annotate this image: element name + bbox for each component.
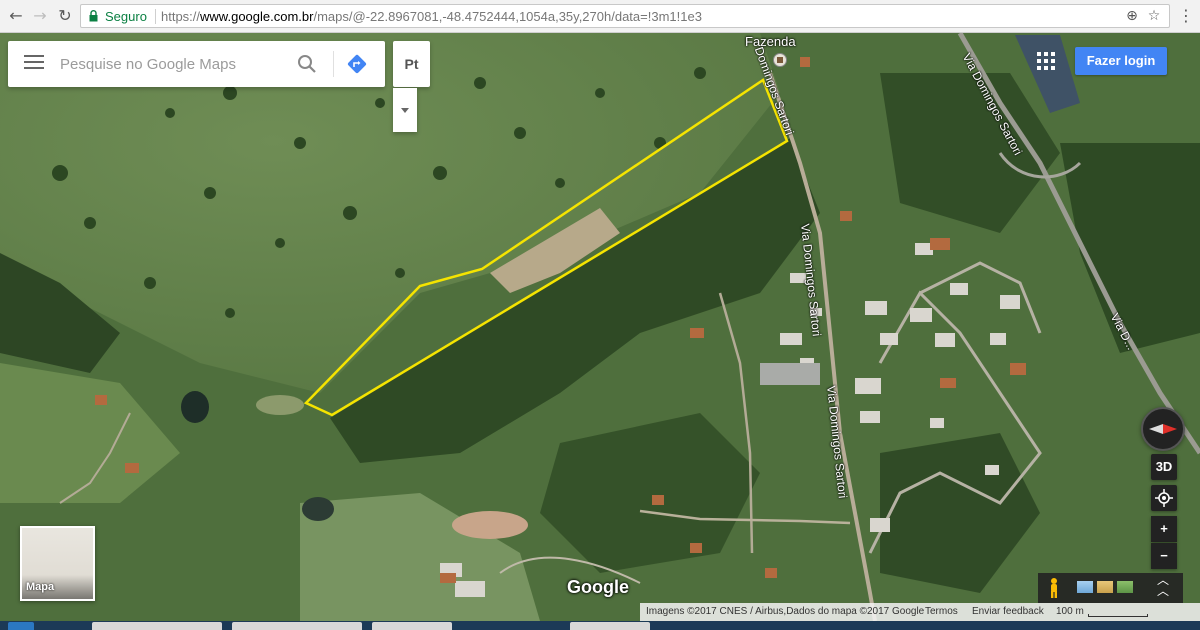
- layer-thumbnail[interactable]: [1077, 581, 1093, 593]
- taskbar-item[interactable]: [232, 622, 362, 630]
- forward-arrow-icon[interactable]: →: [30, 6, 50, 26]
- compass-needle-icon: [1149, 424, 1177, 434]
- login-button[interactable]: Fazer login: [1075, 47, 1167, 75]
- terms-link[interactable]: Termos: [925, 603, 958, 621]
- browser-toolbar: ← → ↻ Seguro https://www.google.com.br/m…: [0, 0, 1200, 33]
- map-canvas[interactable]: Pt Fazer login Fazenda Via Domingos Sart…: [0, 33, 1200, 621]
- search-input[interactable]: [60, 52, 290, 76]
- scale-bar: [1088, 614, 1148, 617]
- map-footer: Imagens ©2017 CNES / Airbus,Dados do map…: [640, 603, 1200, 621]
- language-button[interactable]: Pt: [393, 41, 430, 87]
- taskbar-item[interactable]: [372, 622, 452, 630]
- reload-icon[interactable]: ↻: [55, 6, 75, 26]
- layer-thumbnail[interactable]: [1097, 581, 1113, 593]
- minimap-label: Mapa: [26, 581, 55, 593]
- farm-marker-icon[interactable]: [773, 53, 787, 67]
- language-dropdown[interactable]: [393, 88, 417, 132]
- compass-icon[interactable]: [1141, 407, 1185, 451]
- menu-icon[interactable]: [24, 55, 44, 71]
- zoom-in-button[interactable]: +: [1151, 516, 1177, 542]
- url-path: /maps/@-22.8967081,-48.4752444,1054a,35y…: [313, 9, 702, 24]
- zoom-icon[interactable]: ⊕: [1123, 7, 1141, 25]
- search-box: [8, 41, 385, 87]
- directions-icon[interactable]: [346, 53, 368, 75]
- satellite-imagery[interactable]: [0, 33, 1200, 621]
- google-logo: Google: [567, 577, 629, 597]
- search-divider: [333, 51, 334, 77]
- my-location-icon[interactable]: [1151, 485, 1177, 511]
- start-button[interactable]: [8, 622, 34, 630]
- url-host: www.google.com.br: [200, 9, 314, 24]
- layer-thumbnail[interactable]: [1117, 581, 1133, 593]
- omnibox-divider: [155, 9, 156, 24]
- zoom-out-button[interactable]: −: [1151, 543, 1177, 569]
- chevron-up-icon[interactable]: ︿ ︿: [1156, 574, 1170, 597]
- url-text[interactable]: https://www.google.com.br/maps/@-22.8967…: [161, 9, 702, 24]
- back-arrow-icon[interactable]: ←: [6, 6, 26, 26]
- secure-label: Seguro: [105, 9, 147, 24]
- search-icon[interactable]: [296, 53, 318, 75]
- more-vert-icon[interactable]: ⋮: [1178, 6, 1194, 26]
- feedback-link[interactable]: Enviar feedback: [972, 603, 1044, 621]
- url-protocol: https://: [161, 9, 201, 24]
- os-taskbar: [0, 621, 1200, 630]
- apps-grid-icon[interactable]: [1037, 52, 1055, 70]
- scale-label[interactable]: 100 m: [1056, 603, 1084, 621]
- lock-icon: [89, 10, 98, 22]
- star-icon[interactable]: ☆: [1145, 7, 1163, 25]
- imagery-credit: Imagens ©2017 CNES / Airbus,Dados do map…: [646, 606, 925, 617]
- place-label[interactable]: Fazenda: [745, 34, 796, 49]
- pegman-icon[interactable]: [1047, 577, 1061, 599]
- taskbar-item[interactable]: [570, 622, 650, 630]
- address-bar[interactable]: Seguro https://www.google.com.br/maps/@-…: [80, 4, 1170, 28]
- tilt-3d-button[interactable]: 3D: [1151, 454, 1177, 480]
- map-type-toggle[interactable]: Mapa: [20, 526, 95, 601]
- taskbar-item[interactable]: [92, 622, 222, 630]
